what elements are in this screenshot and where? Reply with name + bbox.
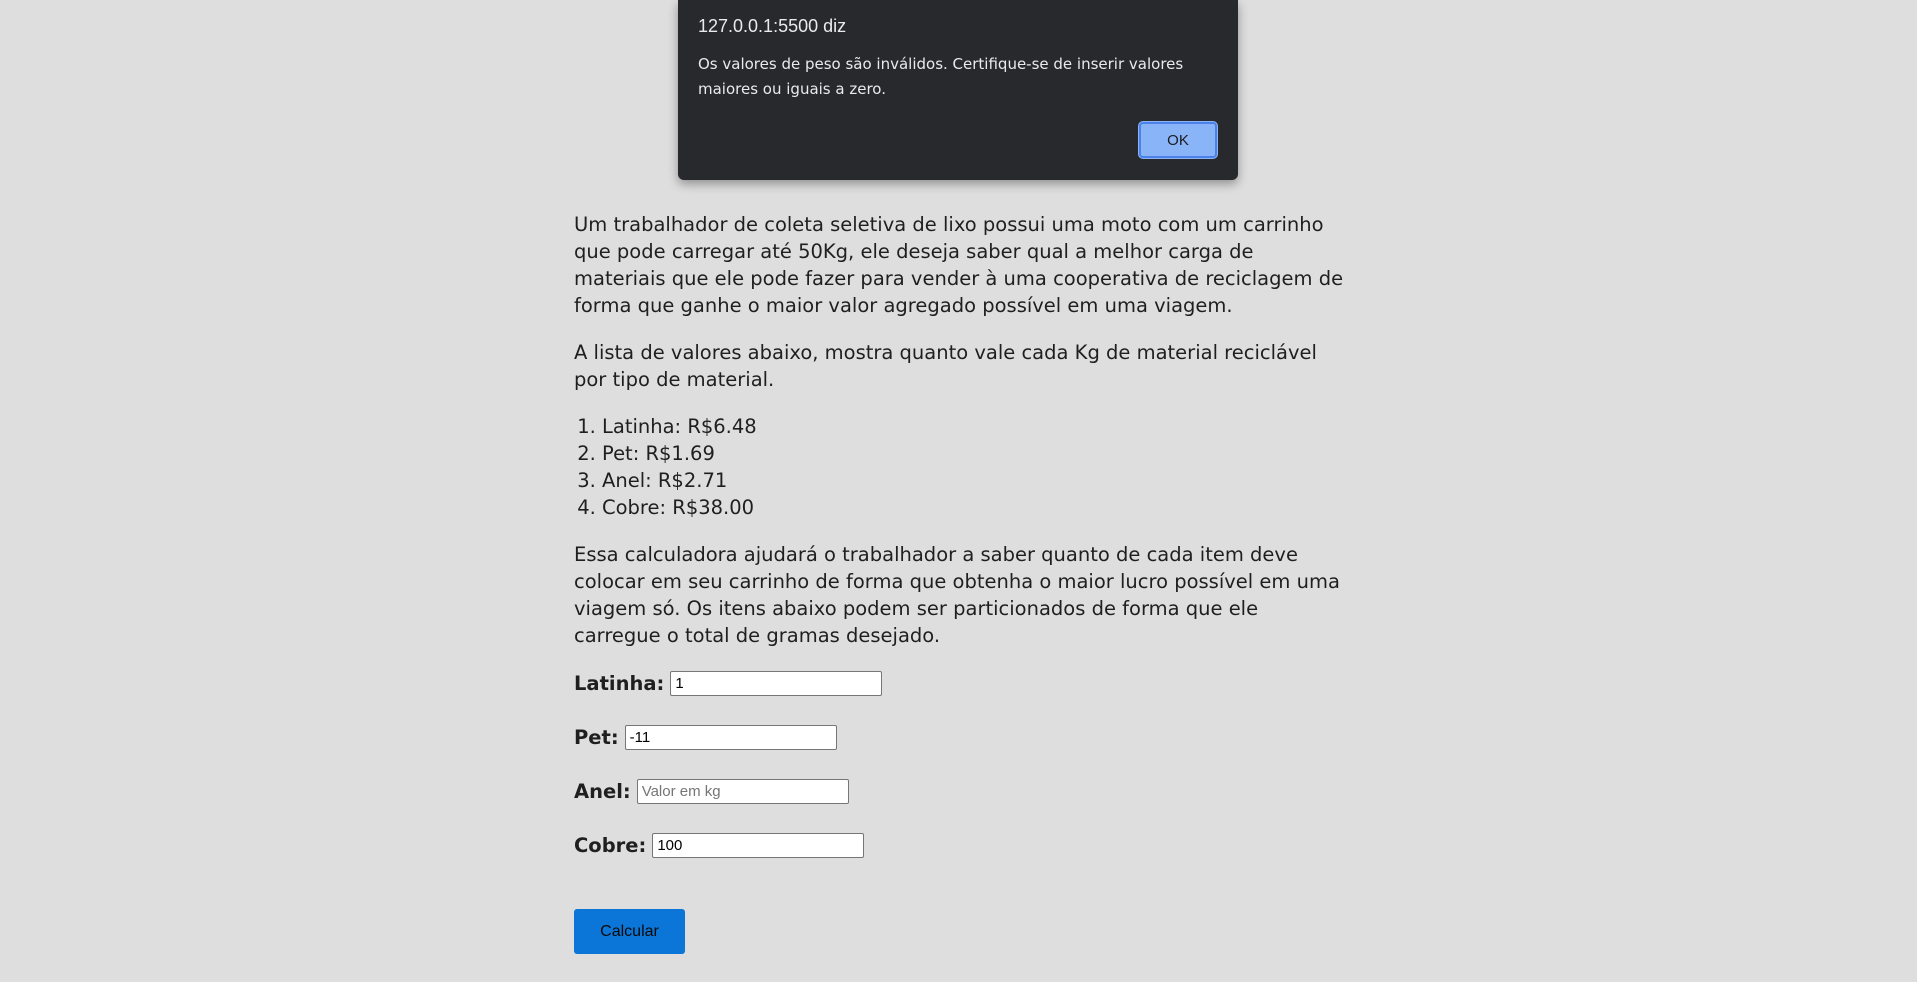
materials-list: Latinha: R$6.48 Pet: R$1.69 Anel: R$2.71… bbox=[574, 413, 1344, 521]
anel-label: Anel: bbox=[574, 780, 631, 803]
dialog-title: 127.0.0.1:5500 diz bbox=[698, 16, 847, 36]
list-item: Anel: R$2.71 bbox=[602, 467, 1344, 494]
anel-input[interactable] bbox=[636, 779, 849, 804]
cobre-label: Cobre: bbox=[574, 834, 647, 857]
pet-input[interactable] bbox=[624, 725, 837, 750]
list-item: Pet: R$1.69 bbox=[602, 440, 1344, 467]
weight-form: Latinha: Pet: Anel: Cobre: Calcular bbox=[574, 669, 1344, 954]
anel-field-row: Anel: bbox=[574, 777, 1344, 806]
dialog-message: Os valores de peso são inválidos. Certif… bbox=[698, 55, 1184, 98]
pet-label: Pet: bbox=[574, 726, 619, 749]
intro-paragraph-1: Um trabalhador de coleta seletiva de lix… bbox=[574, 213, 1344, 317]
latinha-label: Latinha: bbox=[574, 672, 665, 695]
ok-button[interactable]: OK bbox=[1139, 122, 1217, 158]
cobre-input[interactable] bbox=[652, 833, 865, 858]
list-item: Latinha: R$6.48 bbox=[602, 413, 1344, 440]
calculate-button[interactable]: Calcular bbox=[574, 909, 685, 954]
list-item: Cobre: R$38.00 bbox=[602, 494, 1344, 521]
alert-dialog: 127.0.0.1:5500 diz Os valores de peso sã… bbox=[678, 0, 1238, 180]
cobre-field-row: Cobre: bbox=[574, 831, 1344, 860]
intro-paragraph-2: A lista de valores abaixo, mostra quanto… bbox=[574, 341, 1317, 391]
pet-field-row: Pet: bbox=[574, 723, 1344, 752]
latinha-field-row: Latinha: bbox=[574, 669, 1344, 698]
main-content: Um trabalhador de coleta seletiva de lix… bbox=[574, 211, 1344, 954]
latinha-input[interactable] bbox=[670, 671, 883, 696]
intro-paragraph-3: Essa calculadora ajudará o trabalhador a… bbox=[574, 543, 1340, 647]
page: Um trabalhador de coleta seletiva de lix… bbox=[0, 0, 1917, 982]
